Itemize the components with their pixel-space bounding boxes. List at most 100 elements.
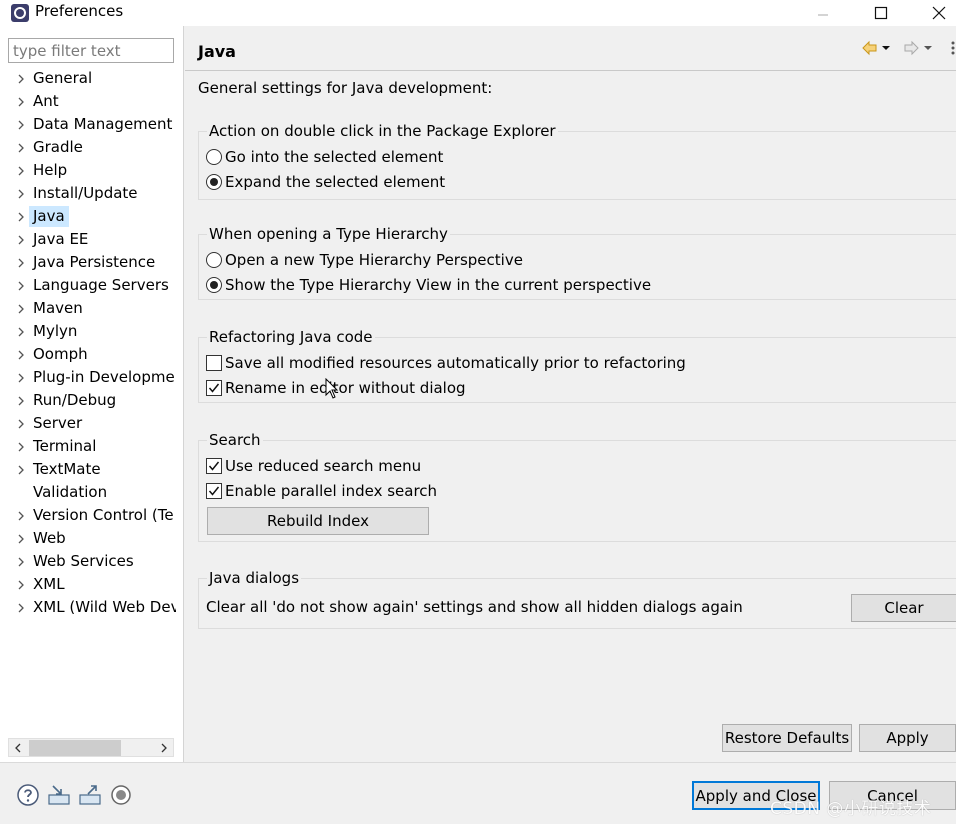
chevron-right-icon[interactable]	[14, 206, 28, 228]
chevron-right-icon[interactable]	[14, 160, 28, 182]
close-icon	[932, 6, 946, 20]
tree-item-label: Server	[33, 414, 83, 432]
chevron-right-icon[interactable]	[14, 505, 28, 527]
chevron-right-icon[interactable]	[14, 91, 28, 113]
tree-item-label: Run/Debug	[33, 391, 117, 409]
chevron-right-icon[interactable]	[14, 344, 28, 366]
tree-item-label: Language Servers	[33, 276, 169, 294]
chevron-right-icon[interactable]	[14, 321, 28, 343]
filter-input[interactable]	[8, 38, 174, 63]
tree-item[interactable]: TextMate	[14, 459, 176, 481]
chevron-right-icon[interactable]	[14, 229, 28, 251]
help-icon[interactable]	[16, 783, 40, 807]
tree-item[interactable]: Ant	[14, 91, 176, 113]
group-title: Search	[207, 431, 263, 449]
tree-item[interactable]: XML (Wild Web Dev	[14, 597, 176, 619]
rebuild-index-button[interactable]: Rebuild Index	[207, 507, 429, 535]
radio-button[interactable]	[206, 252, 222, 268]
chevron-right-icon[interactable]	[14, 436, 28, 458]
checkbox[interactable]	[206, 355, 222, 371]
back-menu-icon[interactable]	[882, 46, 890, 50]
window-title: Preferences	[35, 2, 124, 20]
chevron-right-icon[interactable]	[14, 551, 28, 573]
tree-item-label: Java Persistence	[33, 253, 156, 271]
radio-button[interactable]	[206, 149, 222, 165]
chevron-right-icon[interactable]	[14, 252, 28, 274]
checkbox-checked[interactable]	[206, 380, 222, 396]
checkmark-icon	[208, 486, 220, 496]
scroll-right-icon[interactable]	[156, 740, 172, 756]
group-title: When opening a Type Hierarchy	[207, 225, 450, 243]
scrollbar-thumb[interactable]	[29, 740, 121, 756]
tree-item[interactable]: Help	[14, 160, 176, 182]
close-button[interactable]	[916, 0, 956, 26]
checkbox-label: Enable parallel index search	[225, 482, 438, 500]
tree-item[interactable]: Language Servers	[14, 275, 176, 297]
group-title: Java dialogs	[207, 569, 302, 587]
tree-item[interactable]: General	[14, 68, 176, 90]
chevron-right-icon[interactable]	[14, 183, 28, 205]
scroll-left-icon[interactable]	[10, 740, 26, 756]
tree-item-label: Java	[29, 206, 69, 227]
record-icon[interactable]	[109, 783, 133, 807]
tree-horizontal-scrollbar[interactable]	[8, 738, 174, 757]
radio-label: Expand the selected element	[225, 173, 446, 191]
tree-item[interactable]: Install/Update	[14, 183, 176, 205]
tree-item[interactable]: Server	[14, 413, 176, 435]
tree-item[interactable]: Run/Debug	[14, 390, 176, 412]
radio-button-selected[interactable]	[206, 277, 222, 293]
back-arrow-icon[interactable]	[862, 40, 877, 56]
eclipse-app-icon	[11, 4, 29, 22]
tree-item[interactable]: Java EE	[14, 229, 176, 251]
tree-item-label: XML (Wild Web Dev	[33, 598, 176, 616]
clear-button[interactable]: Clear	[851, 594, 956, 622]
tree-item-label: TextMate	[33, 460, 101, 478]
chevron-right-icon[interactable]	[14, 275, 28, 297]
tree-item[interactable]: Data Management	[14, 114, 176, 136]
checkbox-checked[interactable]	[206, 458, 222, 474]
tree-item[interactable]: Java	[14, 206, 176, 228]
view-menu-icon[interactable]	[951, 41, 955, 55]
maximize-button[interactable]	[858, 0, 904, 26]
tree-item[interactable]: Web Services	[14, 551, 176, 573]
import-icon[interactable]	[47, 783, 71, 807]
chevron-right-icon[interactable]	[14, 597, 28, 619]
chevron-right-icon[interactable]	[14, 574, 28, 596]
chevron-right-icon[interactable]	[14, 68, 28, 90]
tree-item[interactable]: Web	[14, 528, 176, 550]
page-description: General settings for Java development:	[198, 79, 493, 97]
tree-item[interactable]: Terminal	[14, 436, 176, 458]
chevron-right-icon[interactable]	[14, 298, 28, 320]
radio-button-selected[interactable]	[206, 174, 222, 190]
chevron-right-icon[interactable]	[14, 390, 28, 412]
minimize-button[interactable]	[800, 0, 846, 26]
tree-item[interactable]: Maven	[14, 298, 176, 320]
preference-page: Java General settings for Java developme…	[185, 26, 956, 762]
preference-navigation-pane: General Ant Data Management Gradle Help Insta…	[0, 26, 184, 762]
checkbox-checked[interactable]	[206, 483, 222, 499]
maximize-icon	[874, 6, 888, 20]
chevron-right-icon[interactable]	[14, 114, 28, 136]
tree-item[interactable]: Version Control (Te	[14, 505, 176, 527]
tree-item[interactable]: Java Persistence	[14, 252, 176, 274]
tree-item-label: Ant	[33, 92, 59, 110]
forward-arrow-icon[interactable]	[904, 40, 919, 56]
forward-menu-icon[interactable]	[924, 46, 932, 50]
double-click-group: Action on double click in the Package Ex…	[198, 122, 956, 200]
tree-item[interactable]: Oomph	[14, 344, 176, 366]
export-icon[interactable]	[78, 783, 102, 807]
tree-item[interactable]: Validation	[14, 482, 176, 504]
tree-item[interactable]: Plug-in Developme	[14, 367, 176, 389]
page-title: Java	[198, 42, 236, 61]
chevron-right-icon[interactable]	[14, 459, 28, 481]
chevron-right-icon[interactable]	[14, 367, 28, 389]
tree-item[interactable]: Mylyn	[14, 321, 176, 343]
chevron-right-icon[interactable]	[14, 413, 28, 435]
apply-button[interactable]: Apply	[859, 724, 956, 752]
chevron-right-icon[interactable]	[14, 528, 28, 550]
tree-item[interactable]: XML	[14, 574, 176, 596]
restore-defaults-button[interactable]: Restore Defaults	[722, 724, 852, 752]
radio-label: Show the Type Hierarchy View in the curr…	[225, 276, 652, 294]
chevron-right-icon[interactable]	[14, 137, 28, 159]
tree-item[interactable]: Gradle	[14, 137, 176, 159]
